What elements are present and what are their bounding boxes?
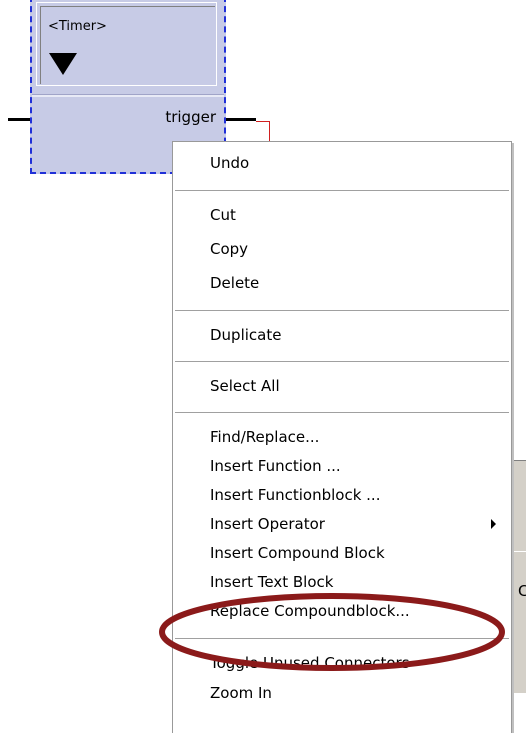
menu-item-label: Insert Operator: [210, 515, 325, 533]
menu-item-insert-function[interactable]: Insert Function ...: [174, 452, 510, 480]
menu-item-cut[interactable]: Cut: [174, 201, 510, 229]
diagram-canvas[interactable]: <Timer> trigger C Undo Cut Copy Delete D…: [0, 0, 526, 733]
menu-separator: [175, 310, 509, 311]
menu-item-replace-compoundblock[interactable]: Replace Compoundblock...: [174, 597, 510, 625]
menu-item-label: Insert Compound Block: [210, 544, 385, 562]
background-panel-text: C: [518, 582, 526, 600]
expand-arrow-icon[interactable]: [49, 53, 77, 75]
menu-separator: [175, 190, 509, 191]
menu-separator: [175, 361, 509, 362]
block-header-frame: <Timer>: [36, 2, 217, 86]
menu-item-insert-compound-block[interactable]: Insert Compound Block: [174, 539, 510, 567]
menu-item-insert-operator[interactable]: Insert Operator: [174, 510, 510, 538]
menu-item-label: Zoom In: [210, 684, 272, 702]
menu-item-select-all[interactable]: Select All: [174, 372, 510, 400]
input-connector-pin[interactable]: [8, 118, 30, 121]
context-menu[interactable]: Undo Cut Copy Delete Duplicate Select Al…: [172, 141, 512, 733]
menu-item-copy[interactable]: Copy: [174, 235, 510, 263]
menu-item-label: Insert Text Block: [210, 573, 334, 591]
menu-item-label: Cut: [210, 206, 236, 224]
block-divider: [32, 94, 224, 97]
menu-item-undo[interactable]: Undo: [174, 149, 510, 177]
menu-item-label: Select All: [210, 377, 280, 395]
output-connector-pin[interactable]: [226, 118, 256, 121]
menu-item-delete[interactable]: Delete: [174, 269, 510, 297]
menu-item-label: Copy: [210, 240, 249, 258]
menu-item-insert-functionblock[interactable]: Insert Functionblock ...: [174, 481, 510, 509]
menu-item-label: Delete: [210, 274, 260, 292]
menu-separator: [175, 638, 509, 639]
menu-item-label: Insert Functionblock ...: [210, 486, 381, 504]
menu-item-insert-text-block[interactable]: Insert Text Block: [174, 568, 510, 596]
output-port-label: trigger: [165, 108, 216, 126]
menu-item-label: Toggle Unused Connectors: [210, 654, 410, 672]
menu-item-toggle-unused-connectors[interactable]: Toggle Unused Connectors: [174, 649, 510, 677]
menu-item-label: Find/Replace...: [210, 428, 320, 446]
block-title: <Timer>: [48, 19, 107, 34]
connection-wire[interactable]: [256, 121, 270, 122]
submenu-arrow-icon: [491, 519, 496, 529]
menu-item-label: Replace Compoundblock...: [210, 602, 410, 620]
menu-item-zoom-in[interactable]: Zoom In: [174, 679, 510, 707]
menu-item-find-replace[interactable]: Find/Replace...: [174, 423, 510, 451]
menu-item-label: Undo: [210, 154, 250, 172]
menu-item-label: Duplicate: [210, 326, 282, 344]
menu-item-label: Insert Function ...: [210, 457, 341, 475]
menu-item-duplicate[interactable]: Duplicate: [174, 321, 510, 349]
menu-separator: [175, 412, 509, 413]
block-header: <Timer>: [40, 6, 215, 84]
